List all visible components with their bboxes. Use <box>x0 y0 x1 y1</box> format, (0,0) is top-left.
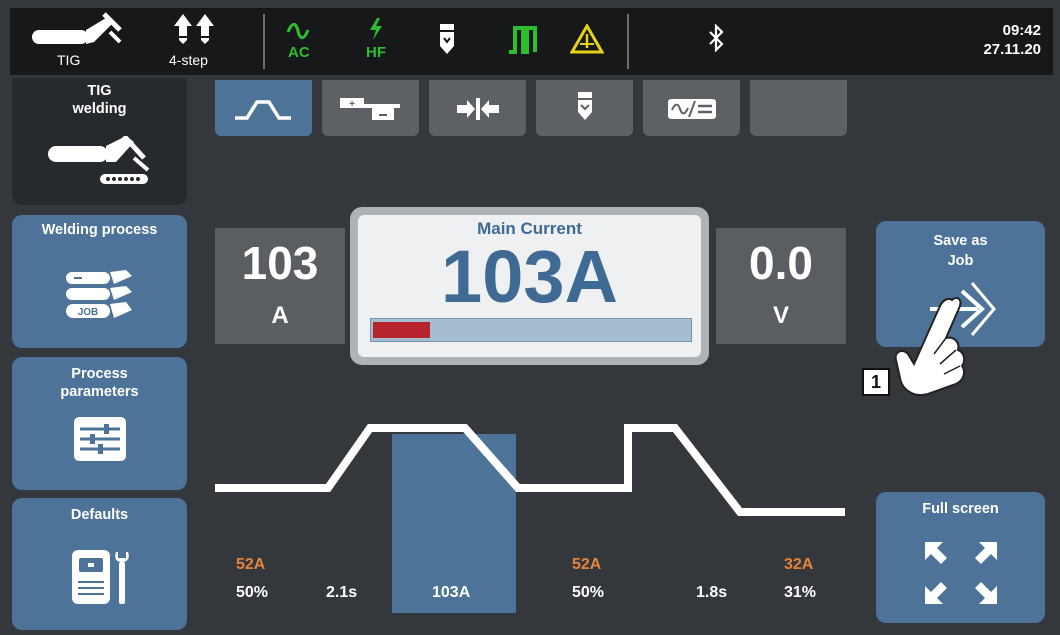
hf-lightning-icon <box>370 18 382 40</box>
bluetooth-icon[interactable] <box>707 24 725 52</box>
param-final-current: 32A <box>784 556 814 573</box>
sidebar-item-label: Welding process <box>41 222 158 238</box>
sidebar-item-label: Defaults <box>70 507 129 523</box>
voltage-readout: 0.0 V <box>716 228 846 344</box>
trigger-mode-indicator[interactable]: 4-step <box>160 8 240 75</box>
callout-marker: 1 <box>862 368 890 396</box>
sidebar-item-defaults[interactable]: Defaults <box>12 498 187 630</box>
separator <box>627 14 629 69</box>
pulse-wave-icon[interactable] <box>507 24 541 54</box>
polarity-icon: + <box>340 98 400 120</box>
status-bar: TIG 4-step AC HF 09:42 27.11.20 <box>10 8 1053 75</box>
tig-torch-icon <box>32 12 122 44</box>
arc-length-icon <box>457 98 499 120</box>
clock-time: 09:42 <box>1002 22 1041 39</box>
hf-indicator[interactable]: HF <box>358 8 398 75</box>
ac-wave-icon <box>286 22 310 40</box>
tab-arc-length[interactable] <box>429 80 526 136</box>
voltage-value: 0.0 <box>749 237 813 289</box>
svg-text:+: + <box>349 99 355 110</box>
expand-icon <box>925 542 997 604</box>
param-main-current[interactable]: 103A <box>432 584 470 602</box>
electrode-icon[interactable] <box>438 24 458 58</box>
main-value: 103A <box>441 235 618 318</box>
svg-text:JOB: JOB <box>78 307 99 318</box>
current-unit: A <box>271 302 289 329</box>
warning-icon[interactable] <box>570 24 604 54</box>
hf-label: HF <box>366 44 386 61</box>
electrode-icon <box>578 92 592 120</box>
mode-label: 4-step <box>169 52 208 68</box>
sidebar-item-welding-process[interactable]: Welding process JOB <box>12 215 187 348</box>
process-label: TIG <box>57 52 81 68</box>
tab-ramp-profile[interactable] <box>215 80 312 136</box>
tab-empty[interactable] <box>750 80 847 136</box>
pointing-hand-icon <box>894 297 966 396</box>
param-reduced-current: 52A <box>572 556 602 573</box>
current-readout: 103 A <box>215 228 345 344</box>
sidebar-item-label: Process parameters <box>60 366 139 400</box>
welding-process-job-icon: JOB <box>66 270 132 318</box>
ac-dc-icon <box>668 99 716 119</box>
ac-label: AC <box>288 44 310 61</box>
welder-screen: TIG 4-step AC HF 09:42 27.11.20 TIG weld… <box>0 0 1060 635</box>
main-progress-track <box>370 318 692 342</box>
param-start-percent[interactable]: 50% <box>236 584 268 602</box>
sidebar-item-tig-welding[interactable]: TIG welding <box>12 78 187 205</box>
tig-torch-icon <box>48 136 150 184</box>
tab-polarity[interactable]: + <box>322 80 419 136</box>
tab-ac-dc[interactable] <box>643 80 740 136</box>
voltage-unit: V <box>772 302 789 329</box>
param-upslope[interactable]: 2.1s <box>326 584 357 602</box>
welding-profile-graph <box>215 424 845 516</box>
4-step-mode-icon <box>174 14 214 44</box>
full-screen-label: Full screen <box>922 501 999 517</box>
param-start-current: 52A <box>236 556 266 573</box>
tab-electrode[interactable] <box>536 80 633 136</box>
clock-date: 27.11.20 <box>983 41 1041 58</box>
param-downslope[interactable]: 1.8s <box>696 584 727 602</box>
full-screen-button[interactable]: Full screen <box>876 492 1045 623</box>
main-current-display[interactable]: Main Current 103A <box>350 207 709 365</box>
main-progress-fill <box>373 322 430 338</box>
process-indicator[interactable]: TIG <box>20 8 130 75</box>
save-as-job-label: Save as Job <box>933 233 988 269</box>
sidebar-item-process-parameters[interactable]: Process parameters <box>12 357 187 490</box>
param-final-percent[interactable]: 31% <box>784 584 816 602</box>
ramp-profile-icon <box>235 100 291 120</box>
current-value: 103 <box>241 237 319 289</box>
ac-indicator[interactable]: AC <box>280 8 320 75</box>
sliders-icon <box>74 417 126 461</box>
param-reduced-percent[interactable]: 50% <box>572 584 604 602</box>
separator <box>263 14 265 69</box>
sidebar-item-label: TIG welding <box>72 83 127 117</box>
welding-machine-wrench-icon <box>72 550 129 604</box>
main-current-panel: Main Current 103A <box>358 215 701 357</box>
